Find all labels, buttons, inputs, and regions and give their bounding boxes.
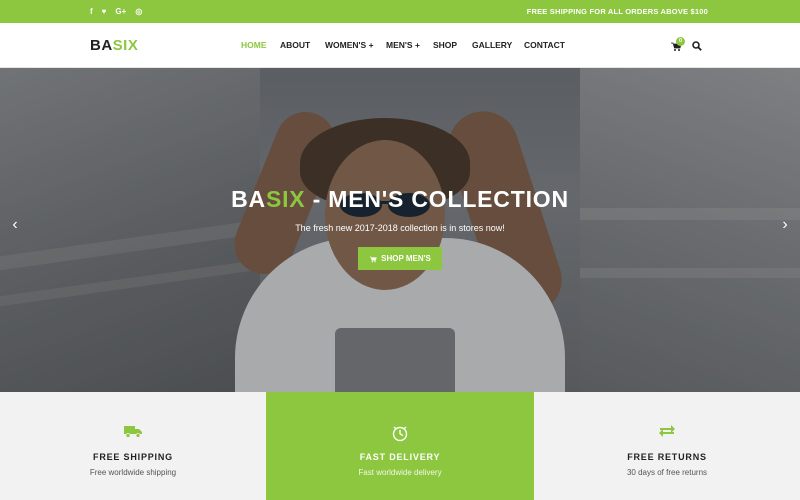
hero-title-dark: BA (231, 186, 266, 212)
feature-title: FREE RETURNS (627, 452, 707, 462)
feature-title: FAST DELIVERY (359, 452, 441, 462)
feature-desc: Free worldwide shipping (89, 468, 177, 477)
header: BASIX HOME ABOUT WOMEN'S + MEN'S + SHOP … (0, 23, 800, 68)
nav-contact[interactable]: CONTACT (524, 23, 565, 68)
nav-home[interactable]: HOME (241, 23, 267, 68)
nav-gallery[interactable]: GALLERY (472, 23, 512, 68)
facebook-icon[interactable]: f (90, 7, 93, 16)
twitter-icon[interactable]: ♥ (102, 7, 107, 16)
nav-about[interactable]: ABOUT (280, 23, 310, 68)
nav-shop[interactable]: SHOP (433, 23, 457, 68)
shop-mens-label: SHOP MEN'S (381, 254, 431, 263)
shop-mens-button[interactable]: SHOP MEN'S (358, 247, 442, 270)
hero-subtitle: The fresh new 2017-2018 collection is in… (295, 223, 505, 233)
feature-free-shipping: FREE SHIPPING Free worldwide shipping (0, 392, 266, 500)
google-plus-icon[interactable]: G+ (115, 7, 126, 16)
hero-title: BASIX - MEN'S COLLECTION (0, 186, 800, 213)
feature-fast-delivery: FAST DELIVERY Fast worldwide delivery (266, 392, 534, 500)
search-icon[interactable] (692, 41, 702, 51)
hero-title-accent: SIX (265, 186, 306, 212)
shipping-note: FREE SHIPPING FOR ALL ORDERS ABOVE $100 (526, 7, 708, 16)
social-links: f ♥ G+ ◎ (90, 0, 142, 23)
instagram-icon[interactable]: ◎ (135, 7, 142, 16)
feature-title: FREE SHIPPING (93, 452, 173, 462)
features-row: FREE SHIPPING Free worldwide shipping FA… (0, 392, 800, 500)
truck-icon (124, 426, 142, 438)
nav-mens[interactable]: MEN'S + (386, 23, 420, 68)
hero-slider: BASIX - MEN'S COLLECTION The fresh new 2… (0, 68, 800, 392)
hero-title-rest: - MEN'S COLLECTION (305, 186, 569, 212)
nav-womens[interactable]: WOMEN'S + (325, 23, 374, 68)
chevron-right-icon[interactable]: › (778, 217, 792, 233)
exchange-icon (659, 425, 675, 437)
feature-desc: 30 days of free returns (626, 468, 708, 477)
cart-icon (369, 256, 377, 262)
clock-icon (392, 426, 408, 442)
cart-count-badge: 0 (676, 37, 685, 46)
chevron-left-icon[interactable]: ‹ (8, 217, 22, 233)
feature-free-returns: FREE RETURNS 30 days of free returns (534, 392, 800, 500)
top-bar: f ♥ G+ ◎ FREE SHIPPING FOR ALL ORDERS AB… (0, 0, 800, 23)
feature-desc: Fast worldwide delivery (358, 468, 442, 477)
